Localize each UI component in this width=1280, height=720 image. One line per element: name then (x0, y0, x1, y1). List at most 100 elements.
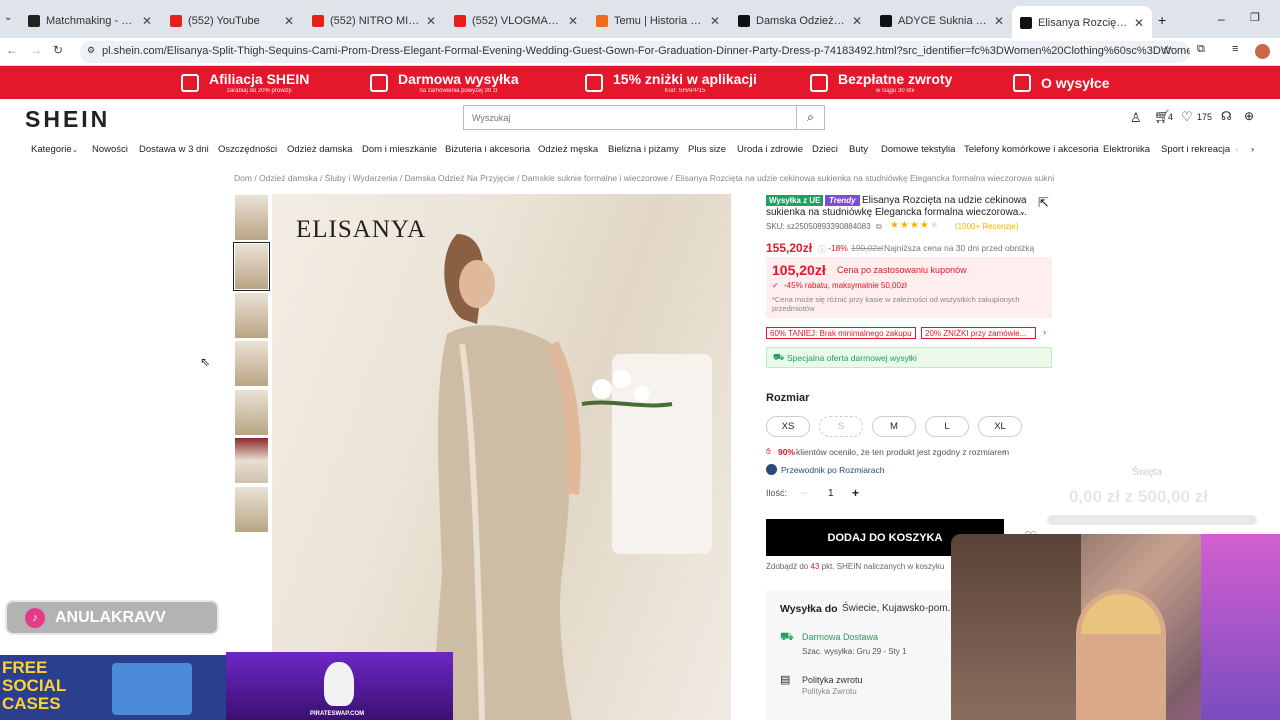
bookmark-star-icon[interactable]: ☆ (1162, 43, 1173, 57)
size-option[interactable]: M (872, 416, 916, 437)
close-tab-icon[interactable]: ✕ (994, 14, 1004, 28)
quantity-value[interactable]: 1 (828, 488, 834, 499)
browser-tab[interactable]: ADYCE Suknia wieczorow... ✕ (872, 8, 1012, 34)
gallery-thumbnail[interactable] (235, 293, 268, 338)
coupon-detail[interactable]: -45% rabatu, maksymalnie 50,00zł (784, 281, 907, 290)
promo-item[interactable]: Afiliacja SHEIN zarabiaj do 20% prowizji (181, 68, 309, 98)
fit-note[interactable]: klientów oceniło, że ten produkt jest zg… (796, 447, 1009, 457)
close-tab-icon[interactable]: ✕ (1134, 16, 1144, 30)
chevron-right-icon[interactable]: › (1043, 327, 1046, 337)
product-main-image[interactable]: ELISANYA (272, 194, 731, 720)
promo-item[interactable]: Bezpłatne zwroty w ciągu 30 dni (810, 68, 952, 98)
size-guide-link[interactable]: Przewodnik po Rozmiarach (781, 465, 884, 475)
breadcrumb-item[interactable]: Damska Odzież Na Przyjęcie (405, 173, 515, 183)
close-tab-icon[interactable]: ✕ (852, 14, 862, 28)
nav-item[interactable]: Nowości (92, 144, 128, 155)
search-input[interactable] (464, 106, 794, 129)
info-icon[interactable]: ⓘ (818, 244, 826, 255)
site-info-icon[interactable]: ⚙ (87, 45, 95, 56)
close-tab-icon[interactable]: ✕ (142, 14, 152, 28)
tab-list-icon[interactable]: ⌄ (4, 12, 12, 23)
promo-item[interactable]: 15% zniżki w aplikacji Kod: SHAPP15 (585, 68, 757, 98)
nav-item[interactable]: Odzież męska (538, 144, 598, 155)
chevron-right-icon[interactable]: › (1251, 144, 1254, 155)
globe-icon[interactable]: ⊕ (1244, 109, 1254, 123)
breadcrumb-current: Elisanya Rozcięta na udzie cekinowa suki… (675, 173, 1054, 183)
size-option-unavailable[interactable]: S (819, 416, 863, 437)
nav-item[interactable]: Uroda i zdrowie (737, 144, 803, 155)
browser-tab[interactable]: (552) VLOGMAS 5: PRZYG... ✕ (446, 8, 586, 34)
review-count[interactable]: (1000+ Recenzje) (955, 222, 1018, 231)
reload-icon[interactable]: ↻ (53, 43, 63, 57)
nav-item[interactable]: Odzież damska (287, 144, 352, 155)
nav-item[interactable]: Sport i rekreacja (1161, 144, 1230, 155)
chevron-down-icon[interactable]: ⌄ (1019, 207, 1026, 216)
promo-item[interactable]: Darmowa wysyłka na zamówienia powyżej 39 … (370, 68, 519, 98)
quantity-increase-button[interactable]: + (852, 486, 859, 500)
chevron-left-icon[interactable]: ‹ (1235, 144, 1238, 155)
browser-tab[interactable]: Matchmaking - Europe 5... ✕ (20, 8, 160, 34)
wishlist-icon[interactable]: ♡ (1181, 109, 1193, 125)
gallery-thumbnail[interactable] (235, 487, 268, 532)
browser-tab-active[interactable]: Elisanya Rozcięta na udzie... ✕ (1012, 6, 1152, 40)
promo-tag[interactable]: 60% TANIEJ: Brak minimalnego zakupu (766, 327, 916, 339)
gallery-thumbnail[interactable] (235, 438, 268, 483)
forward-icon[interactable]: → (30, 43, 42, 57)
close-tab-icon[interactable]: ✕ (710, 14, 720, 28)
breadcrumb-item[interactable]: Śluby i Wydarzenia (325, 173, 398, 183)
breadcrumb-item[interactable]: Damskie suknie formalne i wieczorowe (522, 173, 668, 183)
account-icon[interactable]: ♙ (1130, 110, 1142, 126)
gallery-thumbnail[interactable] (235, 341, 268, 386)
nav-item[interactable]: Dostawa w 3 dni (139, 144, 209, 155)
breadcrumb-item[interactable]: Odzież damska (259, 173, 318, 183)
nav-item[interactable]: Bielizna i piżamy (608, 144, 679, 155)
extensions-icon[interactable]: ⧉ (1197, 43, 1205, 56)
nav-item[interactable]: Elektronika (1103, 144, 1150, 155)
product-title: Elisanya Rozcięta na udzie cekinowa suki… (766, 195, 1027, 218)
browser-tab[interactable]: (552) YouTube ✕ (162, 8, 302, 34)
profile-avatar[interactable] (1255, 44, 1270, 59)
nav-item[interactable]: Plus size (688, 144, 726, 155)
nav-item[interactable]: Biżuteria i akcesoria (445, 144, 530, 155)
gallery-thumbnail[interactable] (235, 390, 268, 435)
rating-stars: ★★★★★ (890, 220, 940, 231)
shein-logo[interactable]: SHEIN (25, 106, 110, 133)
nav-item[interactable]: Telefony komórkowe i akcesoria (964, 144, 1099, 155)
nav-item[interactable]: Oszczędności (218, 144, 277, 155)
close-tab-icon[interactable]: ✕ (426, 14, 436, 28)
breadcrumb-item[interactable]: Dom (234, 173, 252, 183)
browser-tab[interactable]: Temu | Historia przegląda... ✕ (588, 8, 728, 34)
support-icon[interactable]: ☊ (1221, 109, 1232, 123)
size-option[interactable]: L (925, 416, 969, 437)
maximize-icon[interactable]: ❐ (1250, 11, 1260, 24)
copy-icon[interactable]: ⧉ (876, 222, 882, 232)
close-tab-icon[interactable]: ✕ (568, 14, 578, 28)
promo-tag[interactable]: 20% ZNIŻKI przy zamówie... (921, 327, 1036, 339)
browser-tab[interactable]: Damska Odzież Na Przyję... ✕ (730, 8, 870, 34)
truck-icon: ⛟ (773, 352, 785, 362)
gallery-thumbnail-selected[interactable] (233, 242, 270, 291)
promo-item[interactable]: O wysyłce (1013, 68, 1110, 98)
return-policy-label[interactable]: Polityka zwrotu (802, 675, 863, 685)
nav-item[interactable]: Dzieci (812, 144, 838, 155)
back-icon[interactable]: ← (6, 43, 18, 57)
browser-tab[interactable]: (552) NITRO MIAŻDŻY Ma... ✕ (304, 8, 444, 34)
nav-item[interactable]: Kategorie (31, 144, 72, 155)
nav-item[interactable]: Buty (849, 144, 868, 155)
nav-item[interactable]: Domowe tekstylia (881, 144, 955, 155)
media-icon[interactable]: ≡ (1232, 43, 1238, 55)
gallery-thumbnail[interactable] (235, 195, 268, 240)
url-field[interactable]: ⚙ pl.shein.com/Elisanya-Split-Thigh-Sequi… (80, 41, 1190, 63)
nav-item[interactable]: Dom i mieszkanie (362, 144, 437, 155)
close-tab-icon[interactable]: ✕ (284, 14, 294, 28)
size-option[interactable]: XL (978, 416, 1022, 437)
quantity-decrease-button[interactable]: – (801, 487, 807, 499)
search-button[interactable]: ⌕ (796, 106, 824, 129)
minimize-icon[interactable]: – (1218, 12, 1225, 26)
new-tab-icon[interactable]: + (1158, 12, 1166, 28)
share-icon[interactable]: ⇱ (1038, 195, 1049, 211)
size-option[interactable]: XS (766, 416, 810, 437)
mouse-cursor-icon: ⇖ (200, 355, 211, 369)
chevron-right-icon[interactable]: › (1003, 446, 1006, 456)
ship-to-location[interactable]: Świecie, Kujawsko-pom... (842, 603, 956, 614)
